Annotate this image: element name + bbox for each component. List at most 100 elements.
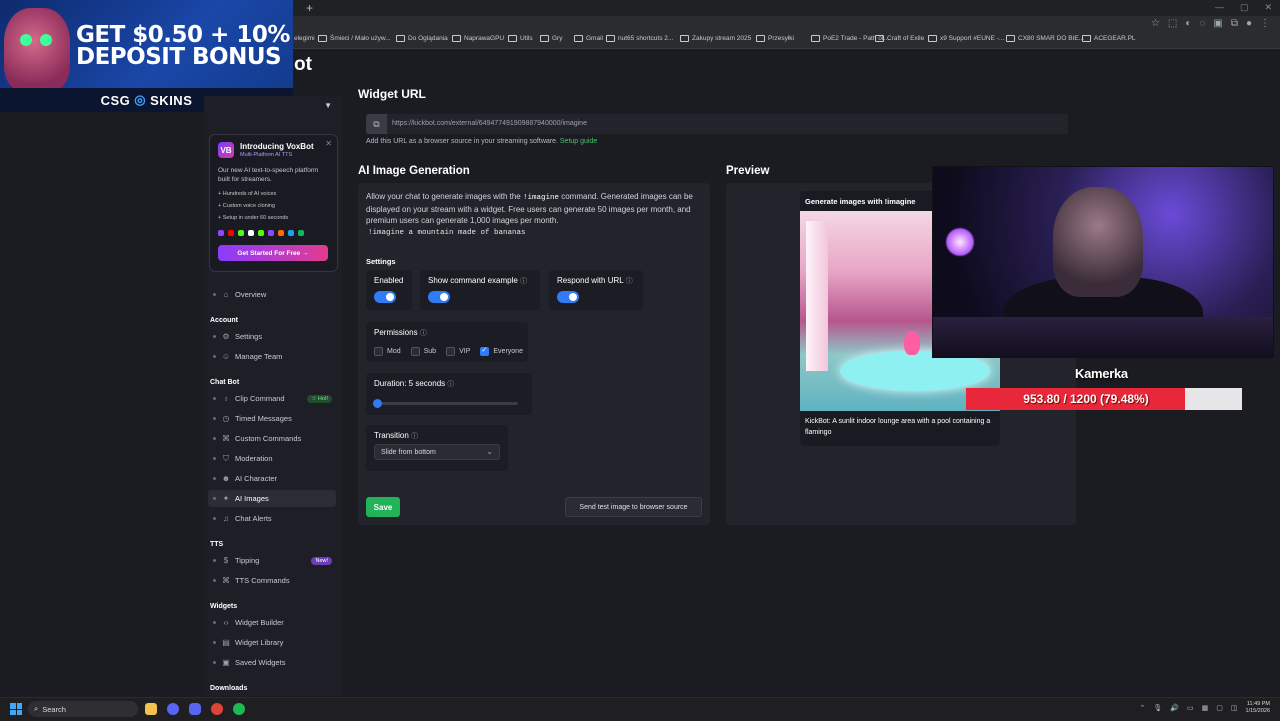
voxbot-feature: Setup in under 60 seconds [218,215,288,221]
minimize-icon[interactable]: — [1215,2,1224,13]
chevron-up-icon[interactable]: ⌃ [1140,704,1146,712]
copy-icon[interactable]: ⧉ [366,114,387,134]
sub-checkbox[interactable] [410,347,420,356]
sidebar-item-ai-images[interactable]: ✦ AI Images [208,490,336,507]
notification-icon[interactable]: ◫ [1231,704,1238,712]
sidebar-item-tts-commands[interactable]: ⌘ TTS Commands [208,572,336,589]
language-icon[interactable]: ▦ [1202,704,1209,712]
mic-icon[interactable]: 🎙 [1153,704,1162,712]
bookmark-item[interactable]: Zakupy stream 2025 [680,35,751,42]
info-icon[interactable]: ⓘ [520,278,527,285]
respond-url-toggle[interactable] [557,291,579,303]
bookmark-item[interactable]: x9 Support #EUNE -... [928,35,1004,42]
duration-slider[interactable] [372,399,518,408]
bookmark-item[interactable]: Śmieci / Mało używ... [318,35,391,42]
get-started-button[interactable]: Get Started For Free → [218,245,328,261]
sidebar-item-saved-widgets[interactable]: ▣ Saved Widgets [208,654,336,671]
voxbot-title: Introducing VoxBot [240,142,314,151]
enabled-card: Enabled [366,270,412,310]
extension-icon[interactable]: ⧉ [1231,18,1238,29]
sidebar-item-clip-command[interactable]: ♁ Clip Command ☆ Hot! [208,390,336,407]
sidebar-item-manage-team[interactable]: ☺ Manage Team [208,348,336,365]
app-icon[interactable] [167,703,179,715]
slider-thumb[interactable] [372,399,382,408]
save-button[interactable]: Save [366,497,400,517]
everyone-checkbox[interactable] [480,346,490,356]
nav-section-downloads: Downloads [210,685,248,692]
bookmark-item[interactable]: Gmail [574,35,603,42]
folder-icon [1006,35,1015,42]
checkbox-label: Sub [423,348,437,355]
widget-url-value[interactable]: https://kickbot.com/external/64947749190… [392,120,587,127]
menu-dots-icon[interactable]: ⋮ [1260,18,1270,29]
sidebar-item-moderation[interactable]: ⛉ Moderation [208,450,336,467]
new-tab-button[interactable]: + [306,1,313,15]
discord-icon[interactable] [189,703,201,715]
extension-icon[interactable]: ◐ [1185,18,1191,29]
spotify-icon[interactable] [233,703,245,715]
sidebar-item-ai-character[interactable]: ☻ AI Character [208,470,336,487]
profile-icon[interactable]: ● [1246,18,1252,29]
bookmark-item[interactable]: Przesyłki [756,35,794,42]
bookmark-item[interactable]: ACEGEAR.PL [1082,35,1136,42]
close-icon[interactable]: ✕ [325,139,332,148]
mod-checkbox[interactable] [374,347,383,356]
volume-icon[interactable]: 🔊 [1170,704,1179,712]
info-icon[interactable]: ⓘ [447,381,454,388]
sidebar-item-widget-library[interactable]: ▤ Widget Library [208,634,336,651]
library-icon: ▤ [222,638,230,647]
bookmark-item[interactable]: nut65 shortcuts 2... [606,35,673,42]
bookmark-star-icon[interactable]: ☆ [1151,18,1160,29]
windows-start-icon[interactable] [10,703,22,715]
bookmark-item[interactable]: CX80 SMAR DO BIE... [1006,35,1084,42]
platform-icon [298,230,304,236]
enabled-toggle[interactable] [374,291,396,303]
bookmark-item[interactable]: Utils [508,35,533,42]
close-window-icon[interactable]: ✕ [1264,2,1272,13]
bookmark-item[interactable]: NaprawaGPU [452,35,504,42]
maximize-icon[interactable]: ▢ [1240,2,1249,13]
taskbar-search[interactable]: ⌕ Search [28,701,138,717]
sidebar-item-timed-messages[interactable]: ◷ Timed Messages [208,410,336,427]
bookmark-item[interactable]: Do Oglądania [396,35,448,42]
extension-icon[interactable]: ▣ [1213,18,1222,29]
mic-icon: ♁ [223,394,229,403]
desk-shape [933,317,1273,357]
sidebar-item-chat-alerts[interactable]: ♫ Chat Alerts [208,510,336,527]
transition-select[interactable]: Slide from bottom ⌄ [374,444,500,460]
send-test-image-button[interactable]: Send test image to browser source [565,497,702,517]
clock-date: 1/15/2026 [1245,708,1270,715]
extension-icon[interactable]: ◌ [1199,18,1205,29]
info-icon[interactable]: ⓘ [626,278,633,285]
clock[interactable]: 11:49 PM 1/15/2026 [1246,701,1270,715]
extension-icon[interactable]: ⬚ [1168,18,1177,29]
sidebar-item-label: Tipping [235,556,260,565]
sidebar-item-overview[interactable]: ⌂ Overview [208,286,336,303]
image-window-shape [806,221,828,371]
show-example-toggle[interactable] [428,291,450,303]
setup-guide-link[interactable]: Setup guide [560,138,597,145]
folder-icon [396,35,405,42]
bookmark-item[interactable]: Craft of Exile [875,35,924,42]
webcam-label: Kamerka [1075,366,1128,381]
widget-url-field[interactable]: ⧉ https://kickbot.com/external/649477491… [366,114,1068,134]
sidebar-item-widget-builder[interactable]: ‹› Widget Builder [208,614,336,631]
platform-icons [218,230,304,236]
account-dropdown-chevron-icon[interactable]: ▼ [324,101,332,110]
file-explorer-icon[interactable] [145,703,157,715]
network-icon[interactable]: ▭ [1187,704,1194,712]
info-icon[interactable]: ⓘ [420,330,427,337]
app-logo[interactable]: ot [294,54,312,76]
info-icon[interactable]: ⓘ [411,433,418,440]
bookmark-item[interactable]: Gry [540,35,562,42]
widget-url-help: Add this URL as a browser source in your… [366,138,597,145]
nav-section-widgets: Widgets [210,603,238,610]
platform-icon [218,230,224,236]
chrome-icon[interactable] [211,703,223,715]
display-icon[interactable]: ▢ [1216,704,1223,712]
sidebar-item-custom-commands[interactable]: ⌘ Custom Commands [208,430,336,447]
sidebar-item-settings[interactable]: ⚙ Settings [208,328,336,345]
vip-checkbox[interactable] [446,347,456,356]
bookmark-fragment[interactable]: elegimi [294,35,315,42]
sidebar-item-tipping[interactable]: $ Tipping New! [208,552,336,569]
